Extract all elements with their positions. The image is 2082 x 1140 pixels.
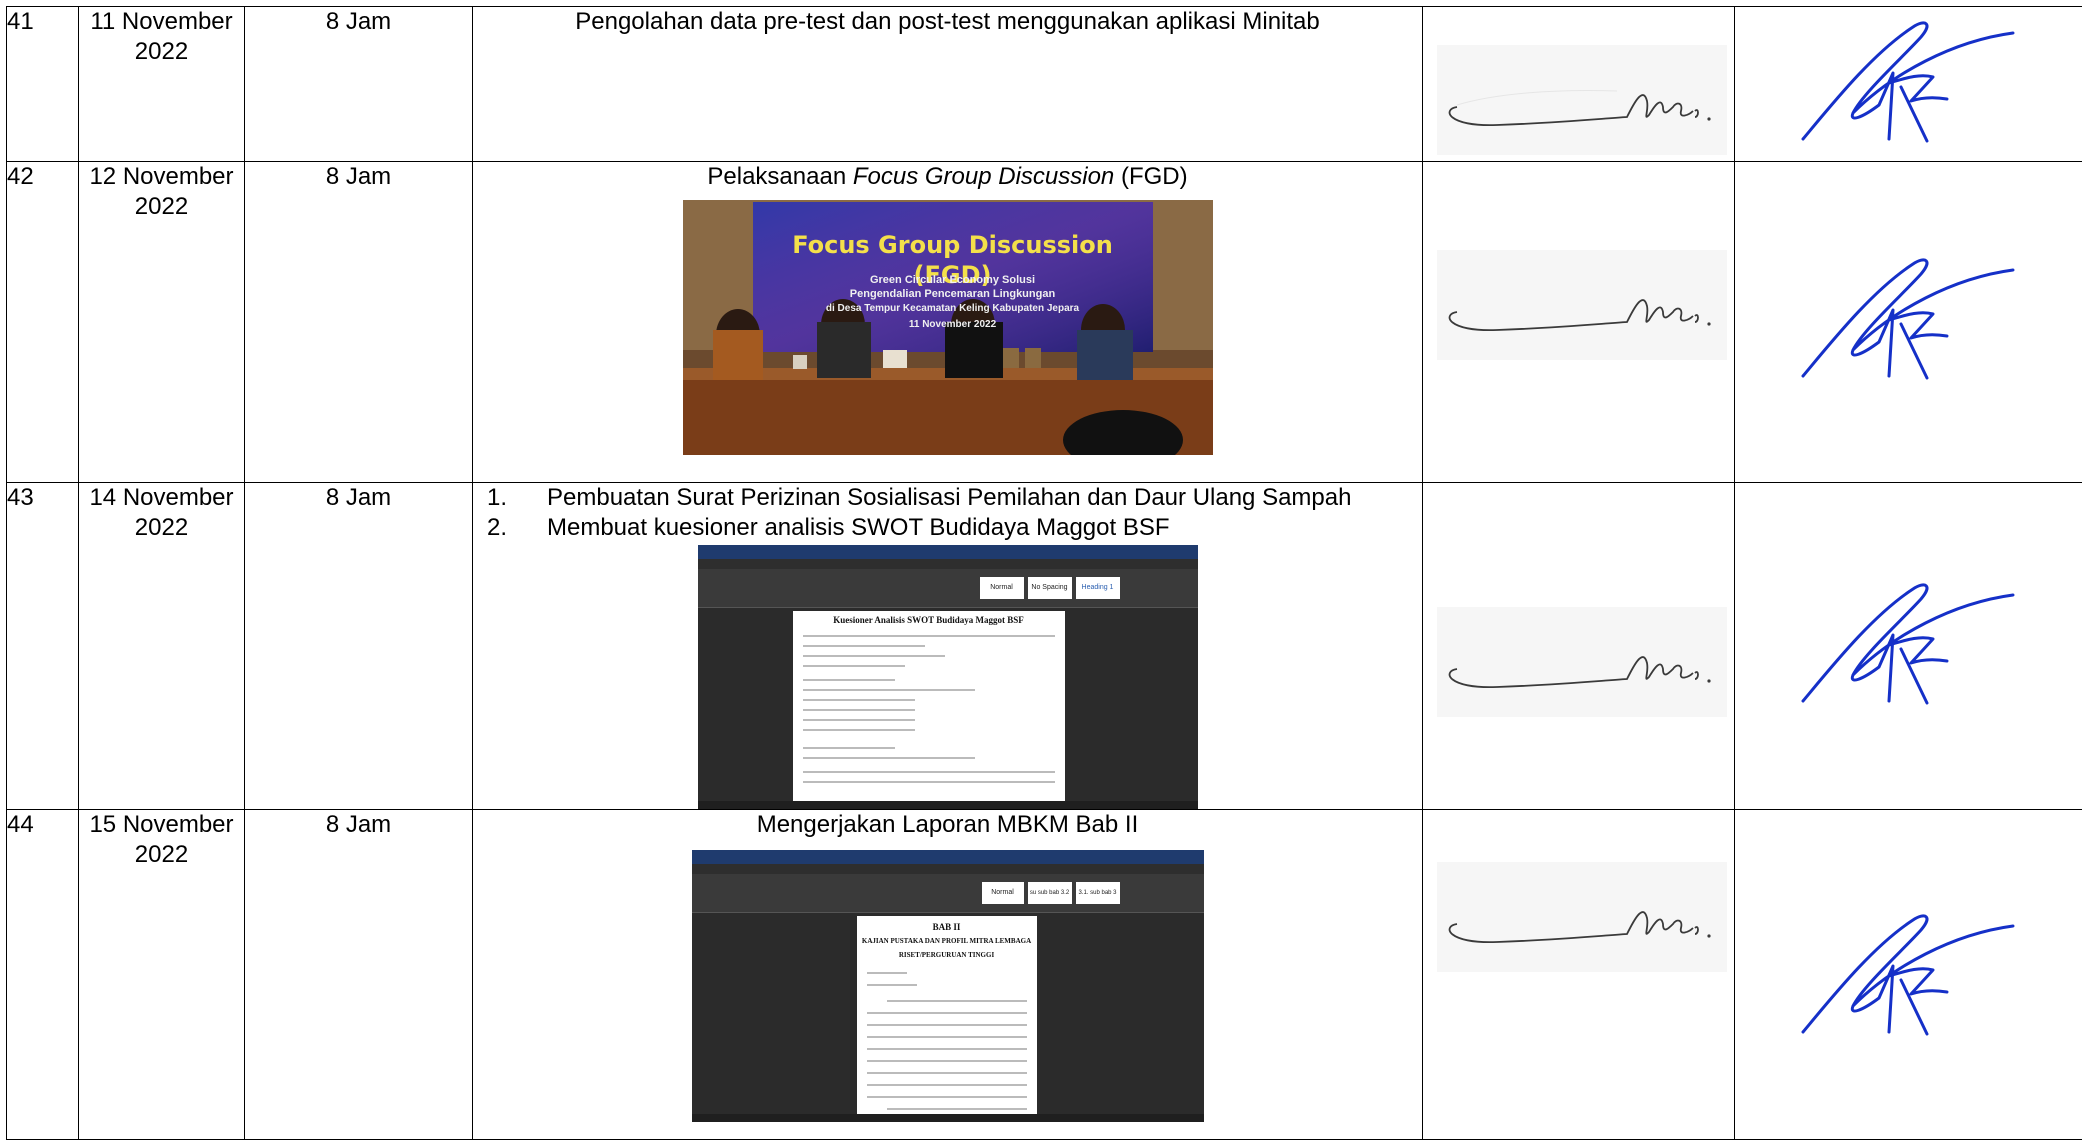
activity-title: Pelaksanaan Focus Group Discussion (FGD) [473, 162, 1422, 192]
table-row: 41 11 November 2022 8 Jam Pengolahan dat… [7, 7, 2082, 162]
word-screenshot-swot: Normal No Spacing Heading 1 Kuesioner An… [698, 545, 1198, 809]
row-activity: Pengolahan data pre-test dan post-test m… [473, 7, 1423, 162]
row-number: 43 [7, 483, 79, 810]
table-row: 44 15 November 2022 8 Jam Mengerjakan La… [7, 810, 2082, 1140]
list-item: 2.Membuat kuesioner analisis SWOT Budida… [487, 513, 1422, 543]
doc-subheading-2: RISET/PERGURUAN TINGGI [857, 950, 1037, 961]
list-number: 1. [487, 483, 547, 513]
style-sub-bab-32: su sub bab 3.2 [1028, 882, 1072, 904]
supervisor-signature-cell [1735, 162, 2082, 483]
banner-line-3: di Desa Tempur Kecamatan Keling Kabupate… [753, 302, 1153, 315]
supervisor-signature-cell [1735, 7, 2082, 162]
banner-line-1: Green Circular Economy Solusi [753, 274, 1153, 287]
student-signature-cell [1423, 7, 1735, 162]
activity-log-table: 41 11 November 2022 8 Jam Pengolahan dat… [6, 6, 2082, 1140]
list-number: 2. [487, 513, 547, 543]
row-activity: 1.Pembuatan Surat Perizinan Sosialisasi … [473, 483, 1423, 810]
supervisor-signature-cell [1735, 483, 2082, 810]
supervisor-signature-image [1793, 575, 2023, 715]
student-signature-image [1437, 862, 1727, 972]
supervisor-signature-image [1793, 906, 2023, 1046]
row-number: 41 [7, 7, 79, 162]
row-number: 42 [7, 162, 79, 483]
doc-subheading-1: KAJIAN PUSTAKA DAN PROFIL MITRA LEMBAGA [857, 936, 1037, 947]
activity-title: Mengerjakan Laporan MBKM Bab II [473, 810, 1422, 840]
row-duration: 8 Jam [245, 162, 473, 483]
style-normal: Normal [982, 882, 1024, 904]
activity-title-italic: Focus Group Discussion [853, 163, 1114, 190]
student-signature-image [1437, 250, 1727, 360]
activity-list: 1.Pembuatan Surat Perizinan Sosialisasi … [473, 483, 1422, 543]
list-text: Pembuatan Surat Perizinan Sosialisasi Pe… [547, 483, 1351, 513]
fgd-photo: Focus Group Discussion (FGD) Green Circu… [683, 200, 1213, 455]
row-duration: 8 Jam [245, 7, 473, 162]
student-signature-image [1437, 45, 1727, 155]
student-signature-cell [1423, 162, 1735, 483]
style-sub-bab-3: 3.1. sub bab 3 [1076, 882, 1120, 904]
style-normal: Normal [980, 577, 1024, 599]
list-text: Membuat kuesioner analisis SWOT Budidaya… [547, 513, 1170, 543]
activity-title: Pengolahan data pre-test dan post-test m… [473, 7, 1422, 37]
row-number: 44 [7, 810, 79, 1140]
supervisor-signature-image [1793, 13, 2023, 153]
row-duration: 8 Jam [245, 810, 473, 1140]
doc-heading: BAB II [857, 922, 1037, 933]
row-date: 11 November 2022 [79, 7, 245, 162]
banner-date: 11 November 2022 [753, 318, 1153, 331]
activity-title-prefix: Pelaksanaan [707, 163, 852, 190]
supervisor-signature-cell [1735, 810, 2082, 1140]
row-activity: Mengerjakan Laporan MBKM Bab II Normal s… [473, 810, 1423, 1140]
student-signature-image [1437, 607, 1727, 717]
doc-heading: Kuesioner Analisis SWOT Budidaya Maggot … [793, 615, 1065, 626]
row-date: 14 November 2022 [79, 483, 245, 810]
banner-line-2: Pengendalian Pencemaran Lingkungan [753, 288, 1153, 301]
word-screenshot-report: Normal su sub bab 3.2 3.1. sub bab 3 BAB… [692, 850, 1204, 1122]
row-date: 12 November 2022 [79, 162, 245, 483]
style-no-spacing: No Spacing [1028, 577, 1072, 599]
activity-title-suffix: (FGD) [1114, 163, 1187, 190]
row-activity: Pelaksanaan Focus Group Discussion (FGD) [473, 162, 1423, 483]
list-item: 1.Pembuatan Surat Perizinan Sosialisasi … [487, 483, 1422, 513]
table-row: 42 12 November 2022 8 Jam Pelaksanaan Fo… [7, 162, 2082, 483]
style-heading: Heading 1 [1076, 577, 1120, 599]
row-date: 15 November 2022 [79, 810, 245, 1140]
row-duration: 8 Jam [245, 483, 473, 810]
table-row: 43 14 November 2022 8 Jam 1.Pembuatan Su… [7, 483, 2082, 810]
student-signature-cell [1423, 483, 1735, 810]
student-signature-cell [1423, 810, 1735, 1140]
supervisor-signature-image [1793, 250, 2023, 390]
